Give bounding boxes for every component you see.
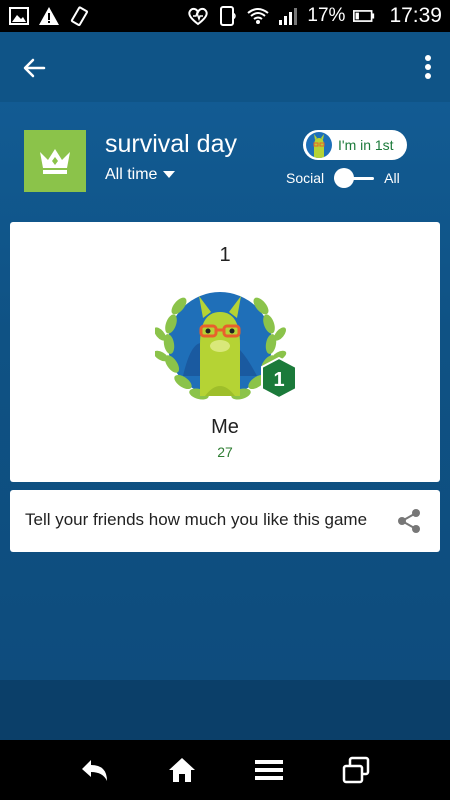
dropdown-arrow-icon xyxy=(163,171,176,178)
app-bar xyxy=(0,32,450,102)
player-card[interactable]: 1 1 Me 27 xyxy=(10,222,440,482)
menu-icon xyxy=(254,760,283,780)
toggle-label-social: Social xyxy=(286,170,325,186)
toggle-thumb[interactable] xyxy=(334,168,355,188)
status-left-icons xyxy=(8,5,90,27)
rank-chip-label: I'm in 1st xyxy=(338,137,394,153)
clock: 17:39 xyxy=(389,4,442,27)
nav-home-button[interactable] xyxy=(166,754,198,786)
nav-recents-button[interactable] xyxy=(340,754,372,786)
status-right-icons: 17% 17:39 xyxy=(187,4,442,28)
arrow-left-icon xyxy=(23,58,46,78)
signal-icon xyxy=(277,5,299,27)
nav-back-button[interactable] xyxy=(79,754,111,786)
image-icon xyxy=(8,5,30,27)
toggle-label-all: All xyxy=(384,170,400,186)
battery-percent: 17% xyxy=(307,5,346,26)
heart-rate-icon xyxy=(187,5,209,27)
share-icon[interactable] xyxy=(396,508,422,534)
player-score: 27 xyxy=(217,444,233,460)
status-bar: 17% 17:39 xyxy=(0,0,450,32)
more-vert-icon xyxy=(425,55,431,79)
lower-background xyxy=(0,680,450,740)
time-filter-label: All time xyxy=(105,166,158,183)
nav-menu-button[interactable] xyxy=(253,754,285,786)
back-icon xyxy=(81,760,107,781)
llama-avatar-icon xyxy=(306,132,332,158)
social-all-toggle[interactable]: Social All xyxy=(286,167,400,189)
crown-icon xyxy=(40,149,70,174)
vibrate-icon xyxy=(68,5,90,27)
recent-apps-icon xyxy=(342,756,369,784)
my-rank-chip[interactable]: I'm in 1st xyxy=(303,130,407,160)
overflow-menu-button[interactable] xyxy=(420,50,436,84)
nfc-icon xyxy=(217,5,239,27)
battery-icon xyxy=(353,5,375,27)
rank-badge-icon: 1 xyxy=(261,356,297,400)
rank-badge-number: 1 xyxy=(273,369,284,391)
share-text: Tell your friends how much you like this… xyxy=(25,510,368,529)
warning-icon xyxy=(38,5,60,27)
wifi-icon xyxy=(247,5,270,27)
time-filter-dropdown[interactable]: All time xyxy=(105,166,176,184)
home-icon xyxy=(168,758,195,782)
player-avatar: 1 xyxy=(153,284,297,414)
system-nav-bar xyxy=(0,740,450,800)
leaderboard-icon xyxy=(24,130,86,192)
leaderboard-title: survival day xyxy=(105,130,237,158)
player-rank: 1 xyxy=(219,244,231,266)
player-name: Me xyxy=(211,416,239,438)
back-button[interactable] xyxy=(18,52,50,84)
share-card[interactable]: Tell your friends how much you like this… xyxy=(10,490,440,552)
toggle-switch[interactable] xyxy=(334,168,375,188)
